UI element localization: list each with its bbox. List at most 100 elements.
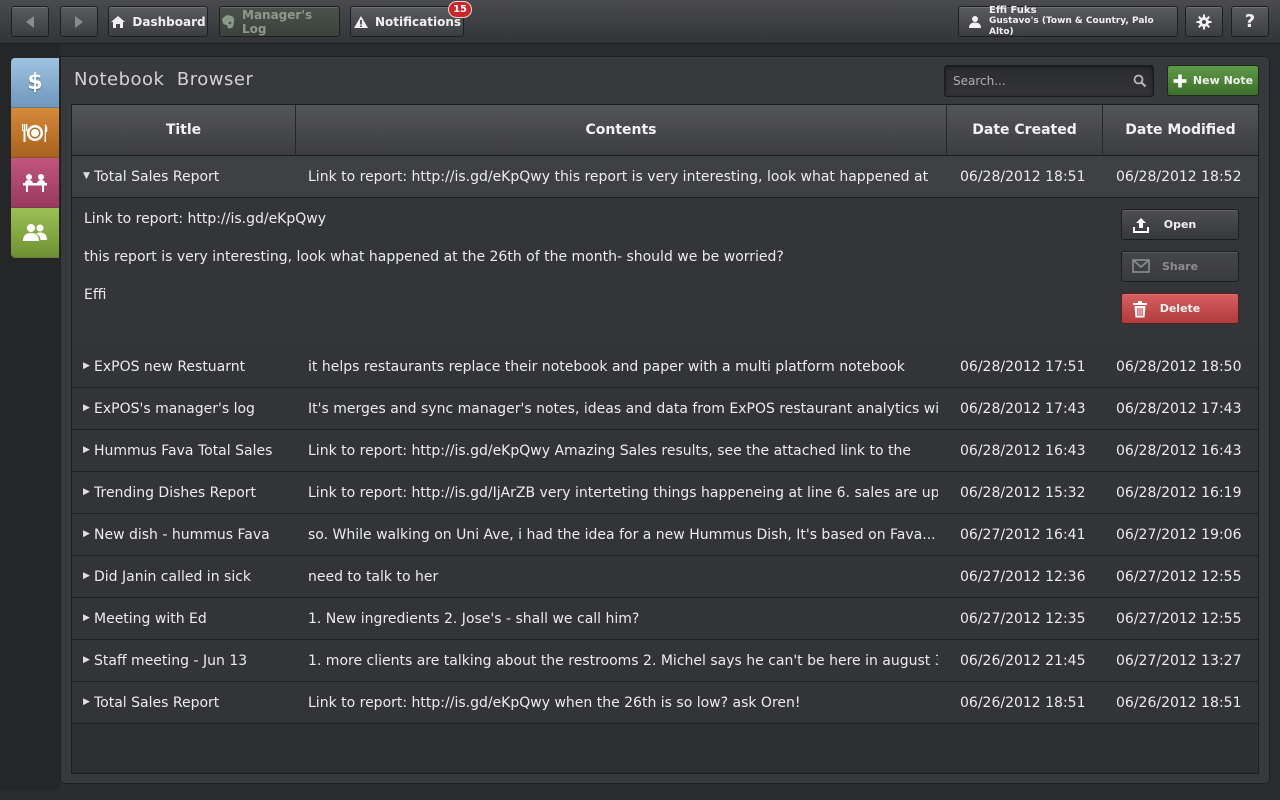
- note-title: Hummus Fava Total Sales: [94, 443, 273, 459]
- evernote-icon: [222, 14, 234, 28]
- note-date-created: 06/26/2012 21:45: [960, 653, 1086, 669]
- note-contents: Link to report: http://is.gd/eKpQwy Amaz…: [308, 443, 911, 459]
- notifications-button[interactable]: Notifications 15: [350, 1, 472, 37]
- column-header-title[interactable]: Title: [72, 105, 296, 156]
- note-date-modified: 06/28/2012 16:43: [1116, 443, 1242, 459]
- dining-icon: [22, 123, 48, 142]
- new-note-label: New Note: [1192, 74, 1254, 87]
- column-header-date-modified[interactable]: Date Modified: [1103, 105, 1258, 156]
- column-header-date-created[interactable]: Date Created: [947, 105, 1103, 156]
- dashboard-label: Dashboard: [132, 14, 206, 29]
- note-date-modified: 06/27/2012 13:27: [1116, 653, 1242, 669]
- note-contents: 1. New ingredients 2. Jose's - shall we …: [308, 611, 640, 627]
- forward-arrow-icon: [75, 15, 83, 28]
- user-icon: [969, 16, 981, 28]
- expand-triangle-icon[interactable]: ▶: [83, 598, 90, 638]
- gear-icon: [1196, 14, 1212, 29]
- expand-triangle-icon[interactable]: ▶: [83, 430, 90, 470]
- notebook-panel: Notebook Browser New Note Title Contents…: [60, 56, 1270, 784]
- note-contents: It's merges and sync manager's notes, id…: [308, 401, 938, 417]
- note-contents: it helps restaurants replace their noteb…: [308, 359, 905, 375]
- note-date-modified: 06/26/2012 18:51: [1116, 695, 1242, 711]
- table-row[interactable]: ▶ Meeting with Ed 1. New ingredients 2. …: [72, 598, 1258, 640]
- note-title: Did Janin called in sick: [94, 569, 252, 585]
- user-account-button[interactable]: Effi Fuks Gustavo's (Town & Country, Pal…: [958, 5, 1178, 38]
- note-title: New dish - hummus Fava: [94, 527, 270, 543]
- managers-log-button[interactable]: Manager's Log: [219, 6, 340, 37]
- note-contents: need to talk to her: [308, 569, 439, 585]
- user-info: Effi Fuks Gustavo's (Town & Country, Pal…: [989, 5, 1177, 38]
- share-button[interactable]: Share: [1121, 251, 1239, 282]
- note-contents: Link to report: http://is.gd/eKpQwy this…: [308, 169, 929, 185]
- note-contents: so. While walking on Uni Ave, i had the …: [308, 527, 936, 543]
- note-date-created: 06/27/2012 12:36: [960, 569, 1086, 585]
- note-date-modified: 06/28/2012 18:50: [1116, 359, 1242, 375]
- notes-table: Title Contents Date Created Date Modifie…: [71, 104, 1259, 774]
- table-service-icon: [23, 173, 47, 192]
- tab-menu[interactable]: [11, 108, 59, 158]
- collapse-triangle-icon[interactable]: ▼: [83, 156, 90, 196]
- open-button[interactable]: Open: [1121, 209, 1239, 240]
- expand-triangle-icon[interactable]: ▶: [83, 682, 90, 722]
- note-title: ExPOS new Restuarnt: [94, 359, 246, 375]
- expand-triangle-icon[interactable]: ▶: [83, 472, 90, 512]
- table-row[interactable]: ▶ ExPOS's manager's log It's merges and …: [72, 388, 1258, 430]
- expand-triangle-icon[interactable]: ▶: [83, 640, 90, 680]
- table-row[interactable]: ▶ New dish - hummus Fava so. While walki…: [72, 514, 1258, 556]
- plus-icon: [1173, 74, 1187, 87]
- search-icon[interactable]: [1133, 74, 1147, 88]
- note-title: Total Sales Report: [94, 169, 220, 185]
- table-row[interactable]: ▶ Hummus Fava Total Sales Link to report…: [72, 430, 1258, 472]
- note-date-modified: 06/28/2012 18:52: [1116, 169, 1242, 185]
- search-input[interactable]: [951, 71, 1131, 91]
- table-row[interactable]: ▼ Total Sales Report Link to report: htt…: [72, 156, 1258, 198]
- dashboard-button[interactable]: Dashboard: [108, 6, 208, 37]
- settings-button[interactable]: [1185, 6, 1223, 37]
- help-label: ?: [1244, 11, 1256, 32]
- notifications-badge: 15: [448, 1, 472, 18]
- note-date-created: 06/27/2012 12:35: [960, 611, 1086, 627]
- tab-service[interactable]: [11, 158, 59, 208]
- warning-icon: [353, 15, 368, 28]
- table-row[interactable]: ▶ Total Sales Report Link to report: htt…: [72, 682, 1258, 724]
- note-detail-line: this report is very interesting, look wh…: [84, 249, 784, 265]
- tab-staff[interactable]: [11, 208, 59, 258]
- expand-triangle-icon[interactable]: ▶: [83, 556, 90, 596]
- back-button[interactable]: [11, 6, 49, 37]
- expand-triangle-icon[interactable]: ▶: [83, 514, 90, 554]
- help-button[interactable]: ?: [1231, 6, 1269, 37]
- note-title: Staff meeting - Jun 13: [94, 653, 248, 669]
- note-date-modified: 06/28/2012 16:19: [1116, 485, 1242, 501]
- table-row[interactable]: ▶ Staff meeting - Jun 13 1. more clients…: [72, 640, 1258, 682]
- delete-button[interactable]: Delete: [1121, 293, 1239, 324]
- top-bar: Dashboard Manager's Log Notifications 15…: [0, 0, 1280, 44]
- forward-button[interactable]: [60, 6, 98, 37]
- search-box: [944, 65, 1154, 97]
- note-contents: Link to report: http://is.gd/IjArZB very…: [308, 485, 938, 501]
- note-date-modified: 06/27/2012 12:55: [1116, 611, 1242, 627]
- home-icon: [111, 15, 126, 28]
- note-title: Meeting with Ed: [94, 611, 207, 627]
- new-note-button[interactable]: New Note: [1167, 65, 1259, 96]
- note-date-modified: 06/27/2012 12:55: [1116, 569, 1242, 585]
- delete-label: Delete: [1159, 302, 1201, 315]
- note-date-created: 06/28/2012 17:43: [960, 401, 1086, 417]
- side-tab-bar: $: [0, 44, 60, 790]
- column-header-contents[interactable]: Contents: [296, 105, 947, 156]
- table-row[interactable]: ▶ Trending Dishes Report Link to report:…: [72, 472, 1258, 514]
- user-name: Effi Fuks: [989, 5, 1037, 16]
- table-header: Title Contents Date Created Date Modifie…: [72, 105, 1258, 156]
- expand-triangle-icon[interactable]: ▶: [83, 388, 90, 428]
- note-date-created: 06/28/2012 15:32: [960, 485, 1086, 501]
- note-date-created: 06/26/2012 18:51: [960, 695, 1086, 711]
- table-row[interactable]: ▶ ExPOS new Restuarnt it helps restauran…: [72, 346, 1258, 388]
- note-date-modified: 06/27/2012 19:06: [1116, 527, 1242, 543]
- note-contents: 1. more clients are talking about the re…: [308, 653, 938, 669]
- note-detail-line: Link to report: http://is.gd/eKpQwy: [84, 211, 326, 227]
- open-label: Open: [1163, 218, 1197, 231]
- dollar-icon: $: [27, 70, 43, 95]
- table-row[interactable]: ▶ Did Janin called in sick need to talk …: [72, 556, 1258, 598]
- expand-triangle-icon[interactable]: ▶: [83, 346, 90, 386]
- note-detail-pane: Link to report: http://is.gd/eKpQwy this…: [72, 198, 1258, 347]
- tab-sales[interactable]: $: [11, 58, 59, 108]
